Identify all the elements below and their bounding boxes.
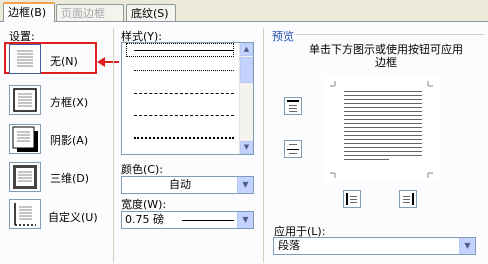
no-border-icon (17, 50, 33, 67)
preview-group-line (296, 34, 484, 35)
tab-label: 底纹(S) (131, 7, 169, 20)
setting-none-label[interactable]: 无(N) (50, 53, 78, 69)
preview-text-line (344, 143, 422, 144)
style-option-dashed[interactable] (134, 93, 234, 94)
setting-box-button[interactable] (9, 85, 41, 115)
style-option-solid[interactable] (134, 50, 234, 51)
preview-text-line (344, 107, 422, 108)
scroll-down-icon[interactable]: ▼ (240, 141, 253, 154)
width-select[interactable]: 0.75 磅 ▼ (121, 211, 254, 229)
width-label: 宽度(W): (121, 198, 167, 211)
preview-text-line (344, 147, 422, 148)
preview-hint: 单击下方图示或使用按钮可应用边框 (309, 43, 463, 69)
apply-to-select[interactable]: 段落 ▼ (273, 237, 476, 255)
right-border-button[interactable] (399, 190, 417, 208)
tab-shading[interactable]: 底纹(S) (126, 4, 176, 21)
arrow-pointer-icon (97, 57, 119, 67)
inside-horizontal-border-button[interactable] (284, 140, 302, 158)
box-border-icon (13, 88, 37, 112)
chevron-down-icon[interactable]: ▼ (459, 238, 475, 254)
scroll-up-icon[interactable]: ▲ (240, 43, 253, 56)
tab-label: 边框(B) (8, 6, 47, 19)
tab-page-border[interactable]: 页面边框(P) (56, 4, 124, 37)
scroll-thumb[interactable] (240, 57, 253, 83)
divider (113, 28, 114, 263)
preview-text-line (344, 91, 422, 92)
chevron-down-icon[interactable]: ▼ (237, 177, 253, 193)
left-border-button[interactable] (343, 190, 361, 208)
color-select[interactable]: 自动 ▼ (121, 176, 254, 194)
preview-text-line (344, 135, 422, 136)
preview-text-line (344, 151, 422, 152)
preview-text-line (344, 127, 422, 128)
width-sample-line (182, 220, 234, 221)
custom-border-icon (14, 203, 36, 226)
preview-text-line (344, 111, 422, 112)
preview-text-line (344, 115, 422, 116)
shadow-border-icon (12, 126, 38, 152)
width-value: 0.75 磅 (125, 213, 164, 226)
preview-text-line (344, 123, 422, 124)
preview-text-line (344, 95, 422, 96)
setting-custom-label[interactable]: 自定义(U) (48, 209, 98, 225)
top-border-button[interactable] (284, 97, 302, 115)
setting-shadow-button[interactable] (9, 124, 41, 154)
preview-text-line (344, 119, 422, 120)
divider (263, 28, 264, 263)
preview-text-line (344, 131, 422, 132)
setting-3d-button[interactable] (9, 162, 41, 192)
chevron-down-icon[interactable]: ▼ (237, 212, 253, 228)
color-value: 自动 (169, 178, 191, 191)
setting-custom-button[interactable] (9, 199, 41, 229)
setting-box-label[interactable]: 方框(X) (50, 94, 88, 110)
style-scrollbar[interactable]: ▲ ▼ (239, 43, 253, 154)
preview-text-line (344, 159, 389, 160)
setting-none-button[interactable] (9, 44, 41, 74)
preview-text-line (344, 99, 422, 100)
tab-borders[interactable]: 边框(B) (3, 2, 55, 22)
style-option-dash-dot[interactable] (134, 137, 234, 139)
apply-to-value: 段落 (278, 239, 300, 252)
setting-3d-label[interactable]: 三维(D) (50, 170, 89, 186)
style-listbox[interactable]: ▲ ▼ (121, 42, 254, 155)
preview-text-line (344, 103, 422, 104)
3d-border-icon (13, 165, 37, 189)
color-label: 颜色(C): (121, 163, 163, 176)
setting-shadow-label[interactable]: 阴影(A) (50, 132, 88, 148)
preview-corner-marks (330, 81, 433, 178)
preview-text-line (344, 155, 422, 156)
preview-text-line (344, 139, 422, 140)
style-option-dotted[interactable] (134, 70, 234, 71)
preview-title: 预览 (272, 30, 294, 43)
style-option-long-dash[interactable] (134, 115, 234, 116)
